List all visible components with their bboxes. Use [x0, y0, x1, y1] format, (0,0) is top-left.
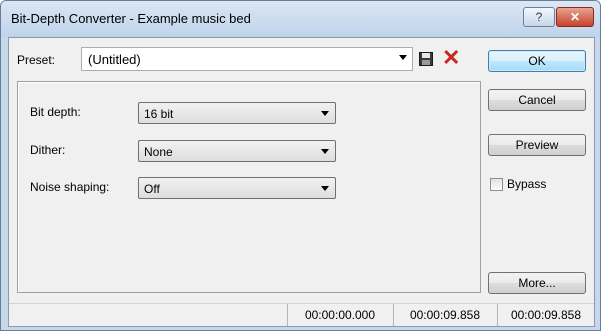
selection-start-time: 00:00:00.000: [287, 304, 392, 326]
checkbox-box[interactable]: [490, 177, 503, 191]
window-title: Bit-Depth Converter - Example music bed: [11, 11, 251, 26]
dither-value: None: [144, 145, 173, 159]
bit-depth-dropdown[interactable]: 16 bit: [138, 102, 336, 124]
title-bar[interactable]: Bit-Depth Converter - Example music bed …: [1, 1, 600, 37]
bypass-label: Bypass: [507, 177, 547, 191]
save-icon[interactable]: [419, 52, 433, 66]
settings-panel: Bit depth: 16 bit Dither: None Noise sha…: [17, 81, 481, 293]
cancel-button[interactable]: Cancel: [488, 89, 586, 111]
close-button[interactable]: ✕: [556, 7, 594, 27]
ok-button[interactable]: OK: [488, 50, 586, 72]
delete-preset-icon[interactable]: ✕: [442, 46, 460, 70]
bit-depth-label: Bit depth:: [30, 105, 81, 119]
help-button[interactable]: ?: [523, 7, 555, 27]
preset-label: Preset:: [17, 53, 56, 67]
selection-length-time: 00:00:09.858: [497, 304, 594, 326]
dither-dropdown[interactable]: None: [138, 140, 336, 162]
chevron-down-icon: [321, 149, 329, 154]
noise-shaping-label: Noise shaping:: [30, 180, 110, 194]
bypass-checkbox[interactable]: Bypass: [490, 177, 546, 191]
dialog-body: Preset: (Untitled) ✕ Bit depth: 16 bit D…: [8, 37, 595, 327]
selection-end-time: 00:00:09.858: [393, 304, 496, 326]
preset-dropdown[interactable]: (Untitled): [81, 47, 413, 71]
more-button[interactable]: More...: [488, 272, 586, 294]
dialog-window: Bit-Depth Converter - Example music bed …: [0, 0, 601, 331]
chevron-down-icon: [399, 55, 407, 60]
chevron-down-icon: [321, 111, 329, 116]
noise-shaping-value: Off: [144, 182, 160, 196]
chevron-down-icon: [321, 186, 329, 191]
preview-button[interactable]: Preview: [488, 134, 586, 156]
preset-value: (Untitled): [88, 52, 141, 67]
bit-depth-value: 16 bit: [144, 107, 174, 121]
noise-shaping-dropdown[interactable]: Off: [138, 177, 336, 199]
dither-label: Dither:: [30, 143, 66, 157]
